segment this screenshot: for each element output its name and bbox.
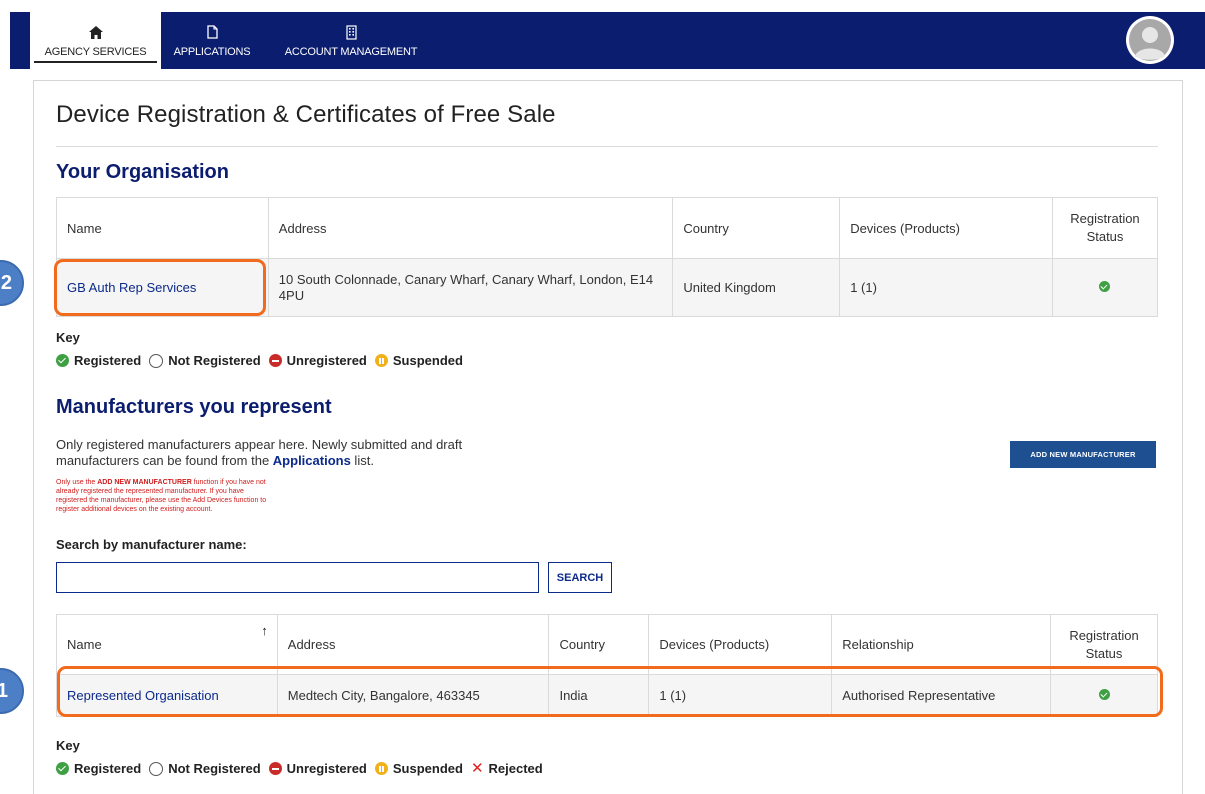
col-devices: Devices (Products) xyxy=(839,197,1053,259)
tab-agency-services[interactable]: AGENCY SERVICES xyxy=(30,12,161,69)
org-address: 10 South Colonnade, Canary Wharf, Canary… xyxy=(267,258,674,317)
intro-text: list. xyxy=(350,453,374,468)
warning-text: function if you have not xyxy=(191,479,266,486)
key-unregistered: Unregistered xyxy=(268,761,367,776)
applications-link[interactable]: Applications xyxy=(273,453,351,468)
search-label: Search by manufacturer name: xyxy=(56,537,247,552)
tab-account-management[interactable]: ACCOUNT MANAGEMENT xyxy=(272,12,430,69)
tab-label: APPLICATIONS xyxy=(173,46,251,58)
intro-line-2: manufacturers can be found from the Appl… xyxy=(56,453,462,469)
key-registered: Registered xyxy=(56,761,141,776)
key-suspended: Suspended xyxy=(374,761,463,776)
intro-line-1: Only registered manufacturers appear her… xyxy=(56,437,463,452)
key-suspended: Suspended xyxy=(374,353,463,368)
warning-line-3: registered the manufacturer, please use … xyxy=(56,497,267,504)
col-registration-status: Registration Status xyxy=(1051,197,1159,259)
building-icon xyxy=(345,22,357,42)
warning-line-2: already registered the represented manuf… xyxy=(56,488,244,495)
table-header-row: Name Address Country Devices (Products) … xyxy=(56,197,1159,259)
warning-emphasis: ADD NEW MANUFACTURER xyxy=(97,479,192,486)
col-name: Name xyxy=(67,637,102,652)
highlight-org-name xyxy=(54,259,266,316)
top-navbar: AGENCY SERVICES APPLICATIONS ACCOUNT MAN… xyxy=(14,12,1205,69)
col-address: Address xyxy=(267,197,674,259)
tab-label: AGENCY SERVICES xyxy=(44,46,147,58)
rejected-x-icon: ✕ xyxy=(470,760,484,777)
manufacturers-heading: Manufacturers you represent xyxy=(56,396,332,418)
key-not-registered: Not Registered xyxy=(149,353,261,368)
manufacturers-intro: Only registered manufacturers appear her… xyxy=(56,437,462,469)
key-label: Unregistered xyxy=(286,353,367,368)
key-label: Registered xyxy=(74,761,142,776)
org-country: United Kingdom xyxy=(672,258,841,317)
key-not-registered: Not Registered xyxy=(149,761,261,776)
registered-icon xyxy=(56,762,69,775)
intro-text: manufacturers can be found from the xyxy=(56,453,273,468)
highlight-manufacturer-row xyxy=(57,666,1163,717)
key-rejected: ✕ Rejected xyxy=(471,761,543,776)
col-name: Name xyxy=(56,197,269,259)
step-badge-2: 2 xyxy=(0,260,24,306)
key-label: Suspended xyxy=(392,761,463,776)
tab-label: ACCOUNT MANAGEMENT xyxy=(284,46,418,58)
org-devices: 1 (1) xyxy=(839,258,1053,317)
org-status xyxy=(1051,258,1159,317)
manufacturer-search-input[interactable] xyxy=(56,562,539,593)
sort-arrow-icon[interactable]: ↑ xyxy=(261,623,268,638)
key-title: Key xyxy=(56,738,80,753)
user-avatar[interactable] xyxy=(1126,16,1174,64)
key-label: Rejected xyxy=(488,761,543,776)
status-key: Registered Not Registered Unregistered S… xyxy=(56,761,551,776)
status-key: Registered Not Registered Unregistered S… xyxy=(56,353,471,368)
step-badge-1: 1 xyxy=(0,668,24,714)
user-icon xyxy=(1127,17,1173,63)
home-icon xyxy=(88,22,103,42)
not-registered-icon xyxy=(149,353,164,368)
suspended-icon xyxy=(374,354,388,367)
not-registered-icon xyxy=(149,761,164,776)
tab-applications[interactable]: APPLICATIONS xyxy=(166,12,258,69)
warning-text: Only use the xyxy=(56,479,98,486)
key-unregistered: Unregistered xyxy=(268,353,367,368)
unregistered-icon xyxy=(268,354,282,367)
suspended-icon xyxy=(374,762,388,775)
registered-icon xyxy=(56,354,69,367)
warning-line-4: register additional devices on the exist… xyxy=(56,506,213,513)
warning-line-1: Only use the ADD NEW MANUFACTURER functi… xyxy=(56,478,356,487)
divider xyxy=(56,146,1158,147)
search-button[interactable]: SEARCH xyxy=(548,562,612,593)
add-manufacturer-warning: Only use the ADD NEW MANUFACTURER functi… xyxy=(56,478,356,514)
add-new-manufacturer-button[interactable]: ADD NEW MANUFACTURER xyxy=(1010,441,1156,468)
key-label: Not Registered xyxy=(168,353,261,368)
key-registered: Registered xyxy=(56,353,141,368)
key-label: Registered xyxy=(74,353,142,368)
active-tab-underline xyxy=(34,61,157,63)
document-icon xyxy=(206,22,218,42)
col-country: Country xyxy=(672,197,841,259)
your-organisation-heading: Your Organisation xyxy=(56,161,229,183)
unregistered-icon xyxy=(268,762,282,775)
page-title: Device Registration & Certificates of Fr… xyxy=(56,101,556,128)
key-label: Suspended xyxy=(392,353,463,368)
registered-check-icon xyxy=(1099,281,1111,292)
key-label: Unregistered xyxy=(286,761,367,776)
key-label: Not Registered xyxy=(168,761,261,776)
key-title: Key xyxy=(56,330,80,345)
